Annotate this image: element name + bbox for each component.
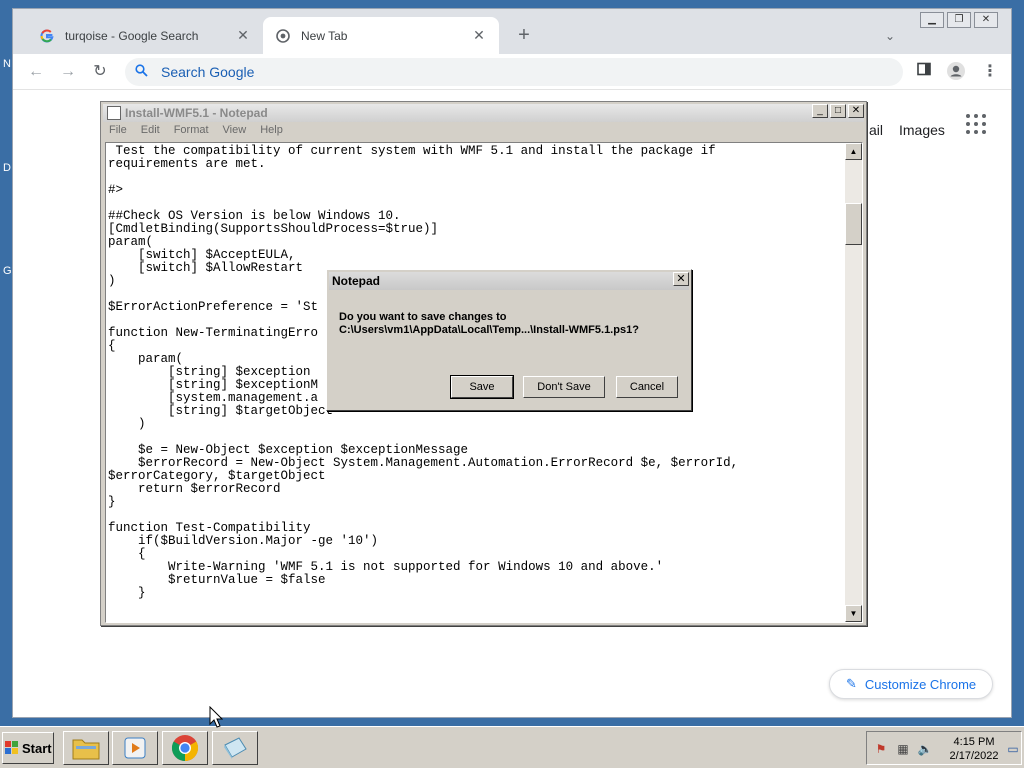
profile-avatar-icon[interactable] [945,61,967,83]
notepad-icon [224,737,247,759]
scroll-thumb[interactable] [845,203,862,245]
dialog-title-bar[interactable]: Notepad [329,272,689,290]
start-label: Start [22,740,52,756]
gmail-link[interactable]: ail [869,122,883,138]
menu-view[interactable]: View [219,124,247,136]
desktop-icon-label-fragment: G [3,265,12,277]
notepad-title-bar[interactable]: Install-WMF5.1 - Notepad [103,104,864,122]
save-changes-dialog: Notepad ✕ Do you want to save changes to… [326,269,692,411]
side-panel-icon[interactable] [913,61,935,83]
google-apps-icon[interactable] [966,114,988,136]
close-icon[interactable]: ✕ [235,27,251,44]
volume-icon[interactable]: 🔈 [917,742,933,756]
close-icon[interactable]: ✕ [471,27,487,44]
close-icon[interactable]: ✕ [974,12,998,28]
folder-icon [72,739,100,760]
chrome-icon [275,28,291,44]
browser-toolbar: ← → ↻ ⋮ [13,54,1011,90]
tab-new-tab[interactable]: New Tab ✕ [263,17,499,54]
tab-strip: turqoise - Google Search ✕ New Tab ✕ + ⌄… [13,9,1011,54]
dialog-message-line: Do you want to save changes to [339,311,507,323]
taskbar: Start ⚑ ▦ 🔈 4:15 PM 2/17/2022 ▭ [0,726,1024,768]
system-tray: ⚑ ▦ 🔈 4:15 PM 2/17/2022 ▭ [866,731,1022,765]
minimize-icon[interactable]: ▁ [920,12,944,28]
mouse-cursor-icon [209,706,223,728]
menu-edit[interactable]: Edit [137,124,160,136]
omnibox[interactable] [125,58,903,86]
clock-time: 4:15 PM [953,736,995,748]
pencil-icon: ✎ [846,676,857,691]
notepad-title: Install-WMF5.1 - Notepad [125,106,268,120]
address-input[interactable] [159,63,759,81]
chevron-down-icon[interactable]: ⌄ [885,29,895,43]
network-icon[interactable]: ▦ [895,742,911,756]
taskbar-file-explorer[interactable] [63,731,109,765]
taskbar-notepad[interactable] [212,731,258,765]
tab-title: New Tab [301,28,348,43]
cancel-button[interactable]: Cancel [616,376,678,398]
start-button[interactable]: Start [2,732,54,764]
google-g-icon [39,28,55,44]
kebab-menu-icon[interactable]: ⋮ [979,61,1001,83]
notepad-window-controls: _ □ ✕ [810,104,864,118]
maximize-icon[interactable]: □ [830,104,846,118]
maximize-icon[interactable]: ❐ [947,12,971,28]
vertical-scrollbar[interactable]: ▲ ▼ [845,143,862,622]
close-icon[interactable]: ✕ [673,272,689,286]
customize-chrome-label: Customize Chrome [864,676,977,692]
save-button[interactable]: Save [450,375,514,399]
new-tab-button[interactable]: + [513,24,535,46]
taskbar-chrome[interactable] [162,731,208,765]
menu-help[interactable]: Help [256,124,283,136]
desktop-icon-label-fragment: N [3,58,11,70]
dialog-message: Do you want to save changes to C:\Users\… [339,311,639,337]
search-icon [135,64,159,80]
reload-icon[interactable]: ↻ [89,61,111,83]
scroll-down-icon[interactable]: ▼ [845,605,862,622]
show-desktop-icon[interactable]: ▭ [1005,742,1021,756]
tab-title: turqoise - Google Search [65,28,199,43]
close-icon[interactable]: ✕ [848,104,864,118]
clock[interactable]: 4:15 PM 2/17/2022 [939,735,1009,763]
scroll-up-icon[interactable]: ▲ [845,143,862,160]
chrome-icon [171,735,199,762]
desktop-icon-label-fragment: D [3,162,11,174]
back-arrow-icon[interactable]: ← [25,61,47,83]
media-player-icon [124,737,146,759]
images-link[interactable]: Images [899,122,945,138]
menu-format[interactable]: Format [170,124,209,136]
taskbar-media-player[interactable] [112,731,158,765]
dialog-file-path: C:\Users\vm1\AppData\Local\Temp...\Insta… [339,324,639,336]
clock-date: 2/17/2022 [949,750,999,762]
tab-google-search[interactable]: turqoise - Google Search ✕ [27,17,263,54]
dont-save-button[interactable]: Don't Save [523,376,605,398]
action-center-flag-icon[interactable]: ⚑ [873,742,889,756]
forward-arrow-icon[interactable]: → [57,61,79,83]
customize-chrome-button[interactable]: ✎ Customize Chrome [829,669,993,699]
windows-logo-icon [5,741,19,755]
minimize-icon[interactable]: _ [812,104,828,118]
window-controls: ▁ ❐ ✕ [917,12,998,28]
dialog-title: Notepad [332,274,380,288]
notepad-menu-bar: File Edit Format View Help [105,124,293,136]
menu-file[interactable]: File [105,124,127,136]
notepad-icon [107,106,121,120]
